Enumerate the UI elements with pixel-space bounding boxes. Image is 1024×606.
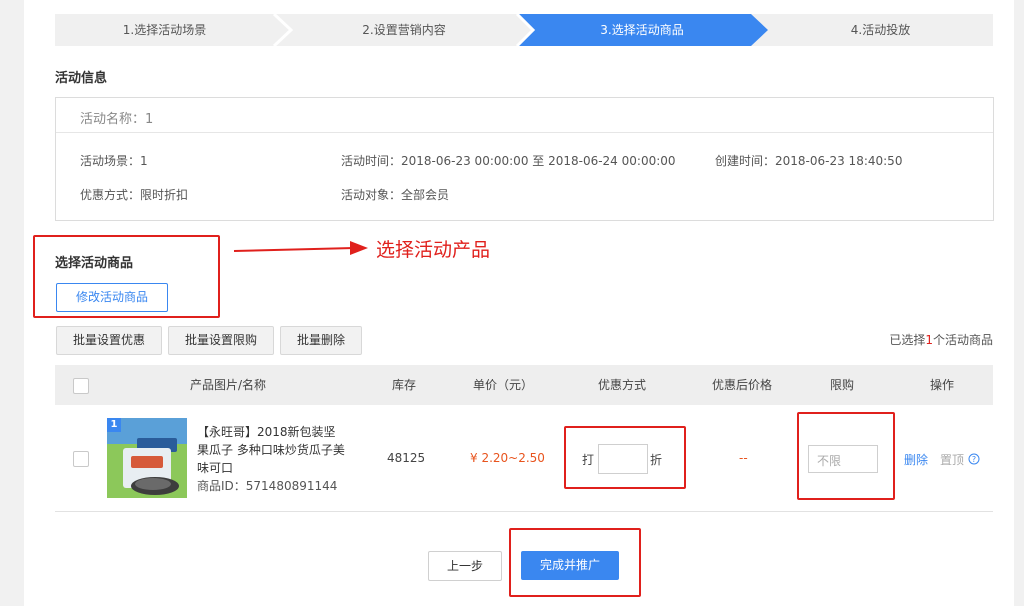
table-header: 产品图片/名称 库存 单价（元） 优惠方式 优惠后价格 限购 操作 — [55, 365, 993, 405]
selected-suffix: 个活动商品 — [932, 333, 993, 347]
help-icon[interactable]: ? — [968, 453, 980, 465]
delete-link[interactable]: 删除 — [904, 451, 928, 468]
step-1[interactable]: 1.选择活动场景 — [55, 14, 274, 46]
th-limit: 限购 — [830, 378, 855, 392]
activity-time: 活动时间：2018-06-23 00:00:00 至 2018-06-24 00… — [341, 154, 676, 168]
selected-count-text: 已选择1个活动商品 — [889, 331, 993, 348]
product-image[interactable]: 1 — [107, 418, 187, 498]
selected-count-number: 1 — [925, 333, 933, 347]
bulk-delete-button[interactable]: 批量删除 — [280, 326, 362, 355]
selected-prefix: 已选择 — [889, 333, 926, 347]
step-4[interactable]: 4.活动投放 — [768, 14, 993, 46]
finish-and-promote-button[interactable]: 完成并推广 — [521, 551, 619, 580]
step-3-active[interactable]: 3.选择活动商品 — [533, 14, 751, 46]
product-stock: 48125 — [387, 451, 426, 465]
right-gutter — [1014, 0, 1024, 606]
prev-step-button[interactable]: 上一步 — [428, 551, 502, 581]
annotation-box-limit — [797, 412, 895, 500]
annotation-box-discount — [564, 426, 686, 489]
pin-top-link[interactable]: 置顶 — [940, 451, 964, 468]
left-gutter — [0, 0, 24, 606]
product-id: 商品ID：571480891144 — [197, 479, 338, 493]
activity-target: 活动对象：全部会员 — [341, 188, 450, 202]
select-products-title: 选择活动商品 — [55, 256, 134, 271]
bulk-set-discount-button[interactable]: 批量设置优惠 — [56, 326, 162, 355]
th-stock: 库存 — [392, 378, 417, 392]
activity-created-time: 创建时间：2018-06-23 18:40:50 — [715, 154, 903, 168]
th-product: 产品图片/名称 — [190, 378, 267, 392]
product-title[interactable]: 【永旺哥】2018新包装坚果瓜子 多种口味炒货瓜子美味可口 — [197, 423, 347, 477]
product-name[interactable]: 【永旺哥】2018新包装坚果瓜子 多种口味炒货瓜子美味可口 商品ID：57148… — [197, 423, 347, 495]
activity-info-title: 活动信息 — [55, 71, 108, 86]
activity-discount-type: 优惠方式：限时折扣 — [80, 188, 189, 202]
th-after-price: 优惠后价格 — [712, 378, 773, 392]
product-index-badge: 1 — [110, 419, 118, 430]
annotation-arrow-icon — [233, 241, 368, 255]
activity-name: 活动名称：1 — [80, 112, 154, 127]
row-checkbox[interactable] — [73, 451, 89, 467]
after-discount-price: -- — [739, 451, 748, 465]
th-price: 单价（元） — [473, 378, 534, 392]
step-progress-bar: 1.选择活动场景 2.设置营销内容 3.选择活动商品 4.活动投放 — [55, 14, 993, 46]
svg-text:?: ? — [972, 455, 976, 464]
product-price: ¥ 2.20~2.50 — [470, 451, 545, 465]
annotation-label: 选择活动产品 — [376, 239, 491, 261]
th-discount: 优惠方式 — [598, 378, 647, 392]
bulk-set-limit-button[interactable]: 批量设置限购 — [168, 326, 274, 355]
activity-info-box: 活动名称：1 活动场景：1 活动时间：2018-06-23 00:00:00 至… — [55, 97, 994, 221]
step-separator-1 — [272, 14, 294, 46]
step-2[interactable]: 2.设置营销内容 — [291, 14, 517, 46]
select-all-checkbox[interactable] — [73, 378, 89, 394]
info-divider — [56, 132, 993, 133]
modify-products-button[interactable]: 修改活动商品 — [56, 283, 168, 312]
th-ops: 操作 — [930, 378, 955, 392]
activity-scene: 活动场景：1 — [80, 154, 148, 168]
